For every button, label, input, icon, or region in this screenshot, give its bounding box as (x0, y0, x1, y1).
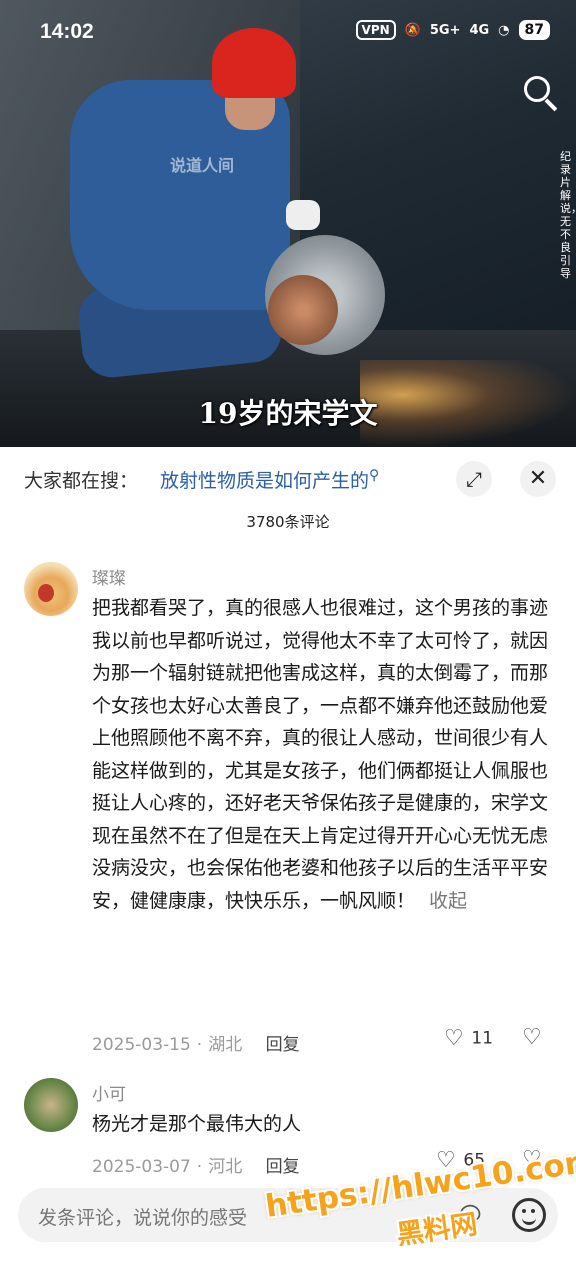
comments-count: 3780条评论 (246, 513, 330, 531)
signal-4g-icon: 4G (469, 22, 490, 38)
comment-meta: 2025-03-07 · 河北 回复 (92, 1157, 300, 1177)
video-subtitle: 19岁的宋学文 (198, 397, 378, 430)
comment-location: 河北 (208, 1157, 243, 1177)
video-side-note: 纪录片解说，无不良引导 (560, 150, 576, 280)
heart-icon: ♡ (444, 1026, 464, 1051)
signal-5g-icon: 5G+ (429, 22, 461, 38)
status-icons: VPN 🔕 5G+ 4G ◔ 87 (355, 20, 550, 40)
comment-input-placeholder: 发条评论，说说你的感受 (38, 1207, 248, 1229)
reply-button[interactable]: 回复 (266, 1035, 300, 1055)
comment-meta: 2025-03-15 · 湖北 回复 (92, 1035, 300, 1055)
search-icon[interactable] (520, 72, 560, 112)
avatar[interactable] (24, 1078, 78, 1132)
watermark-name: 黑料网 (394, 1209, 480, 1251)
comment-text: 把我都看哭了，真的很感人也很难过，这个男孩的事迹我以前也早都听说过，觉得他太不幸… (92, 597, 549, 912)
wifi-icon: ◔ (498, 22, 510, 38)
comment-location: 湖北 (208, 1035, 243, 1055)
comment-username[interactable]: 璨璨 (92, 564, 126, 589)
search-trend-query[interactable]: 放射性物质是如何产生的⚲ (160, 466, 379, 493)
search-small-icon: ⚲ (369, 467, 380, 484)
avatar[interactable] (24, 562, 78, 616)
video-watermark: 说道人间 (170, 156, 235, 175)
status-time: 14:02 (40, 20, 94, 43)
comment-text: 杨光才是那个最伟大的人 (92, 1113, 302, 1135)
status-bar: 14:02 VPN 🔕 5G+ 4G ◔ 87 (0, 0, 576, 66)
comment-date: 2025-03-07 (92, 1157, 191, 1177)
collapse-button[interactable]: 收起 (429, 890, 467, 912)
reply-button[interactable]: 回复 (266, 1157, 300, 1177)
mute-icon: 🔕 (404, 22, 421, 38)
like-count: 11 (471, 1028, 494, 1049)
search-trend-bar: 大家都在搜： 放射性物质是如何产生的⚲ ⤢ ✕ (24, 461, 556, 497)
white-glove (286, 200, 320, 230)
comment-date: 2025-03-15 (92, 1035, 191, 1055)
search-trend-label: 大家都在搜： (24, 470, 139, 492)
video-player[interactable]: 说道人间 纪录片解说，无不良引导 19岁的宋学文 14:02 VPN 🔕 5G+… (0, 0, 576, 447)
like-button[interactable]: ♡ 11 (444, 1026, 493, 1051)
dislike-icon[interactable]: ♡ (522, 1025, 542, 1050)
close-icon[interactable]: ✕ (520, 461, 556, 497)
expand-icon[interactable]: ⤢ (456, 461, 492, 497)
vpn-icon: VPN (355, 20, 396, 40)
comment-username[interactable]: 小可 (92, 1080, 126, 1105)
saw-blade (268, 275, 338, 345)
battery-icon: 87 (518, 20, 550, 40)
